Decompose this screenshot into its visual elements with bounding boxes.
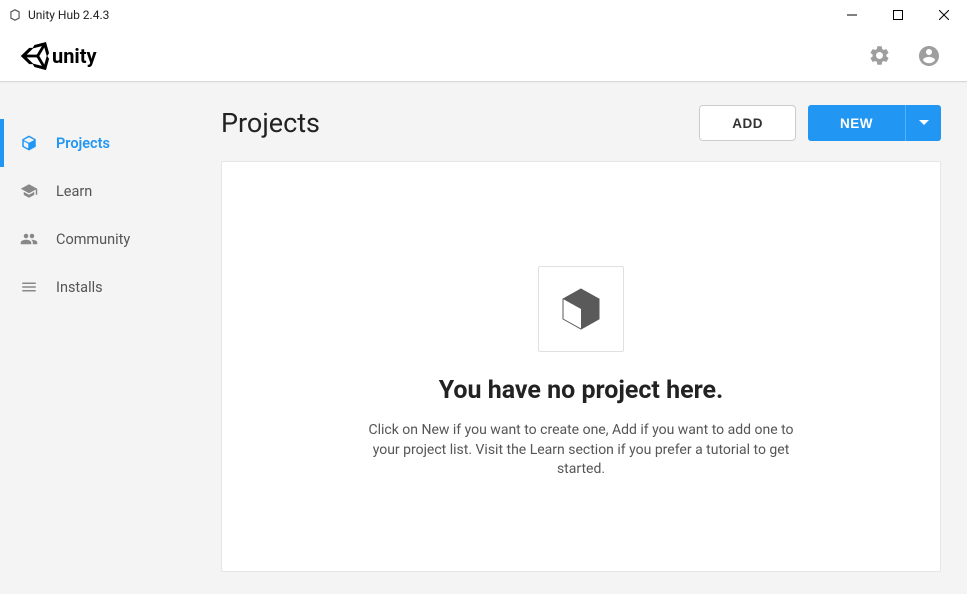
account-icon	[917, 44, 941, 68]
add-button[interactable]: ADD	[699, 105, 796, 141]
new-dropdown-button[interactable]	[905, 105, 941, 141]
empty-description: Click on New if you want to create one, …	[366, 421, 796, 480]
gear-icon	[868, 44, 891, 67]
unity-logo-icon	[20, 41, 50, 71]
cube-icon	[557, 285, 605, 333]
main-header: Projects ADD NEW	[221, 105, 941, 141]
projects-empty-panel: You have no project here. Click on New i…	[221, 161, 941, 572]
sidebar-item-projects[interactable]: Projects	[0, 119, 195, 167]
titlebar-left: Unity Hub 2.4.3	[8, 8, 109, 22]
account-button[interactable]	[917, 44, 941, 68]
cube-icon	[20, 134, 38, 152]
topbar-actions	[867, 44, 941, 68]
page-title: Projects	[221, 107, 320, 139]
main-content: Projects ADD NEW You have no proj	[195, 83, 967, 594]
sidebar-item-label: Projects	[56, 135, 110, 152]
unity-logo-text: unity	[52, 44, 97, 68]
sidebar: Projects Learn Community Installs	[0, 83, 195, 594]
sidebar-item-label: Installs	[56, 279, 103, 296]
app-topbar: unity	[0, 30, 967, 82]
window-titlebar: Unity Hub 2.4.3	[0, 0, 967, 30]
chevron-down-icon	[919, 118, 929, 128]
maximize-button[interactable]	[875, 0, 921, 30]
window-title: Unity Hub 2.4.3	[28, 8, 109, 22]
new-button[interactable]: NEW	[808, 105, 905, 141]
header-buttons: ADD NEW	[699, 105, 941, 141]
community-icon	[20, 230, 38, 248]
settings-button[interactable]	[867, 44, 891, 68]
unity-logo: unity	[20, 41, 97, 71]
empty-title: You have no project here.	[439, 376, 724, 405]
empty-icon-box	[538, 266, 624, 352]
learn-icon	[20, 182, 38, 200]
sidebar-item-community[interactable]: Community	[0, 215, 195, 263]
sidebar-item-learn[interactable]: Learn	[0, 167, 195, 215]
close-button[interactable]	[921, 0, 967, 30]
app-icon	[8, 8, 22, 22]
sidebar-item-label: Community	[56, 231, 130, 248]
window-controls	[829, 0, 967, 30]
app-body: Projects Learn Community Installs Projec…	[0, 82, 967, 594]
new-button-group: NEW	[808, 105, 941, 141]
sidebar-item-label: Learn	[56, 183, 92, 200]
minimize-button[interactable]	[829, 0, 875, 30]
sidebar-item-installs[interactable]: Installs	[0, 263, 195, 311]
installs-icon	[20, 278, 38, 296]
